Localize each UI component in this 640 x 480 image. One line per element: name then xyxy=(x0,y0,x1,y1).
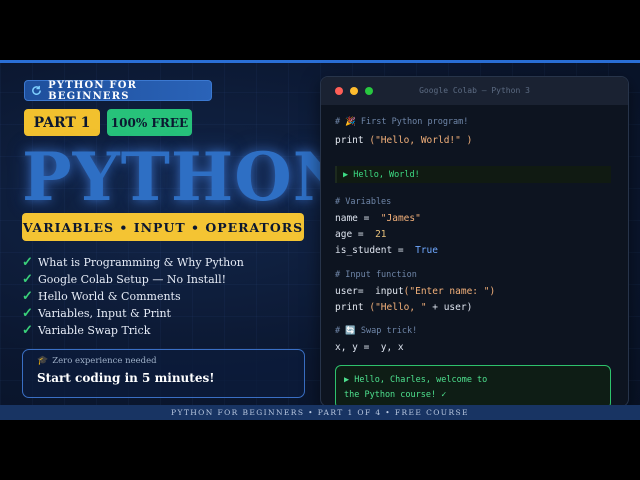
top-accent-bar xyxy=(0,60,640,63)
code-line: user= input("Enter name: ") xyxy=(335,286,496,297)
code-editor-window: Google Colab — Python 3 # 🎉 First Python… xyxy=(320,76,629,407)
topics-banner: VARIABLES • INPUT • OPERATORS xyxy=(22,213,304,241)
code-line: age = 21 xyxy=(335,229,387,240)
check-icon: ✓ xyxy=(22,289,33,304)
check-icon: ✓ xyxy=(22,323,33,338)
code-comment: # 🎉 First Python program! xyxy=(335,117,469,127)
list-item: ✓ Google Colab Setup — No Install! xyxy=(22,271,244,288)
list-item-label: Variables, Input & Print xyxy=(38,307,171,320)
code-line: x, y = y, x xyxy=(335,342,404,353)
code-line: print ("Hello, World!" ) xyxy=(335,135,473,146)
check-icon: ✓ xyxy=(22,255,33,270)
list-item: ✓ Hello World & Comments xyxy=(22,288,244,305)
final-output-line: the Python course! ✓ xyxy=(344,390,447,400)
code-line: print ("Hello, " + user) xyxy=(335,302,473,313)
part-badge: PART 1 xyxy=(24,109,100,136)
cta-title: Start coding in 5 minutes! xyxy=(37,371,215,385)
editor-title: Google Colab — Python 3 xyxy=(419,86,530,95)
list-item: ✓ Variables, Input & Print xyxy=(22,305,244,322)
list-item-label: Google Colab Setup — No Install! xyxy=(38,273,227,286)
code-line: name = "James" xyxy=(335,213,421,224)
cell-output: ▶ Hello, World! xyxy=(335,166,611,183)
graduation-cap-icon: 🎓 xyxy=(37,356,49,366)
list-item-label: Variable Swap Trick xyxy=(38,324,151,337)
list-item: ✓ What is Programming & Why Python xyxy=(22,254,244,271)
code-comment: # Variables xyxy=(335,197,392,207)
hero-title: PYTHON xyxy=(22,138,355,216)
series-badge-label: PYTHON FOR BEGINNERS xyxy=(48,79,138,102)
editor-titlebar: Google Colab — Python 3 xyxy=(321,77,628,105)
free-badge: 100% FREE xyxy=(107,109,192,136)
code-comment: # Input function xyxy=(335,270,417,280)
checklist: ✓ What is Programming & Why Python ✓ Googl… xyxy=(22,254,244,339)
code-comment: # 🔄 Swap trick! xyxy=(335,326,418,336)
footer-banner: PYTHON FOR BEGINNERS • PART 1 OF 4 • FRE… xyxy=(0,405,640,420)
cta-card: 🎓 Zero experience needed Start coding in … xyxy=(22,349,305,398)
list-item-label: What is Programming & Why Python xyxy=(38,256,244,269)
series-badge: PYTHON FOR BEGINNERS xyxy=(24,79,212,102)
final-output: ▶ Hello, Charles, welcome to the Python … xyxy=(335,365,611,406)
code-line: is_student = True xyxy=(335,245,438,256)
refresh-icon xyxy=(31,85,42,97)
cta-subtitle: Zero experience needed xyxy=(52,356,157,366)
list-item-label: Hello World & Comments xyxy=(38,290,181,303)
final-output-line: ▶ Hello, Charles, welcome to xyxy=(344,375,488,385)
list-item: ✓ Variable Swap Trick xyxy=(22,322,244,339)
thumbnail: PYTHON FOR BEGINNERS PART 1 100% FREE PY… xyxy=(0,60,640,420)
check-icon: ✓ xyxy=(22,272,33,287)
check-icon: ✓ xyxy=(22,306,33,321)
